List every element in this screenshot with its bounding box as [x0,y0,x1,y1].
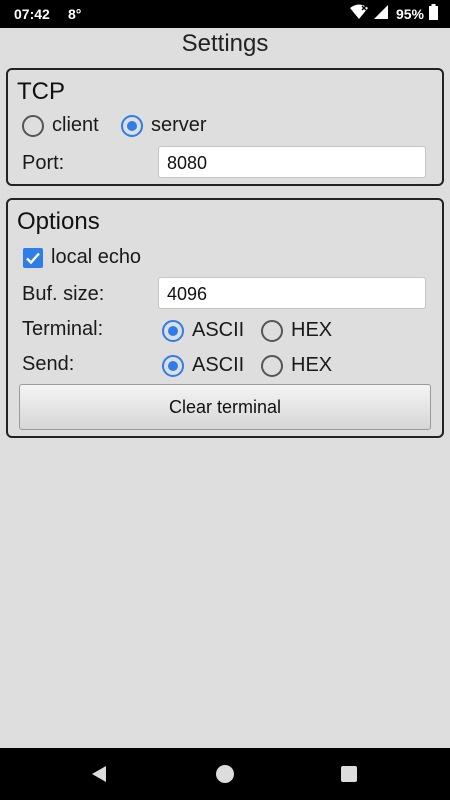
back-icon[interactable] [90,764,108,789]
page-title: Settings [181,30,269,57]
radio-client[interactable]: client [22,114,99,137]
status-bar: 07:42 8° 95% [0,0,450,28]
navigation-bar [0,748,450,800]
radio-client-indicator[interactable] [22,114,44,137]
tcp-group-title: TCP [17,78,65,105]
terminal-hex-label: HEX [291,319,333,341]
radio-server-indicator[interactable] [121,114,143,137]
buf-size-label: Buf. size: [22,283,105,305]
terminal-hex-indicator[interactable] [261,319,283,342]
send-hex-radio[interactable]: HEX [261,354,332,377]
send-label: Send: [22,353,75,375]
terminal-hex-radio[interactable]: HEX [261,319,332,342]
radio-server[interactable]: server [121,114,207,137]
buf-size-input[interactable]: 4096 [158,277,426,309]
send-hex-indicator[interactable] [261,354,283,377]
send-ascii-indicator[interactable] [162,354,184,377]
terminal-ascii-radio[interactable]: ASCII [162,319,244,342]
local-echo-check-indicator[interactable] [23,247,43,268]
tcp-group: TCP client server Port: 8080 [6,68,444,186]
status-time: 07:42 [14,6,50,22]
send-hex-label: HEX [291,354,333,376]
wifi-icon [349,4,368,23]
recents-icon[interactable] [340,765,358,788]
status-temperature: 8° [68,6,82,22]
home-icon[interactable] [214,763,236,790]
terminal-label: Terminal: [22,318,104,340]
send-ascii-label: ASCII [192,354,245,376]
send-ascii-radio[interactable]: ASCII [162,354,244,377]
terminal-ascii-indicator[interactable] [162,319,184,342]
terminal-ascii-label: ASCII [192,319,245,341]
options-group: Options local echo Buf. size: 4096 Termi… [6,198,444,438]
local-echo-label: local echo [51,246,142,268]
radio-server-label: server [151,114,207,136]
clear-terminal-button[interactable]: Clear terminal [19,384,431,430]
port-input[interactable]: 8080 [158,146,426,178]
battery-icon [429,4,438,23]
signal-icon [373,4,389,23]
battery-percent: 95% [395,5,424,22]
radio-client-label: client [52,114,99,136]
options-group-title: Options [17,208,100,235]
status-icons: 95% [349,4,438,23]
local-echo-checkbox[interactable]: local echo [23,246,141,269]
port-label: Port: [22,152,65,174]
